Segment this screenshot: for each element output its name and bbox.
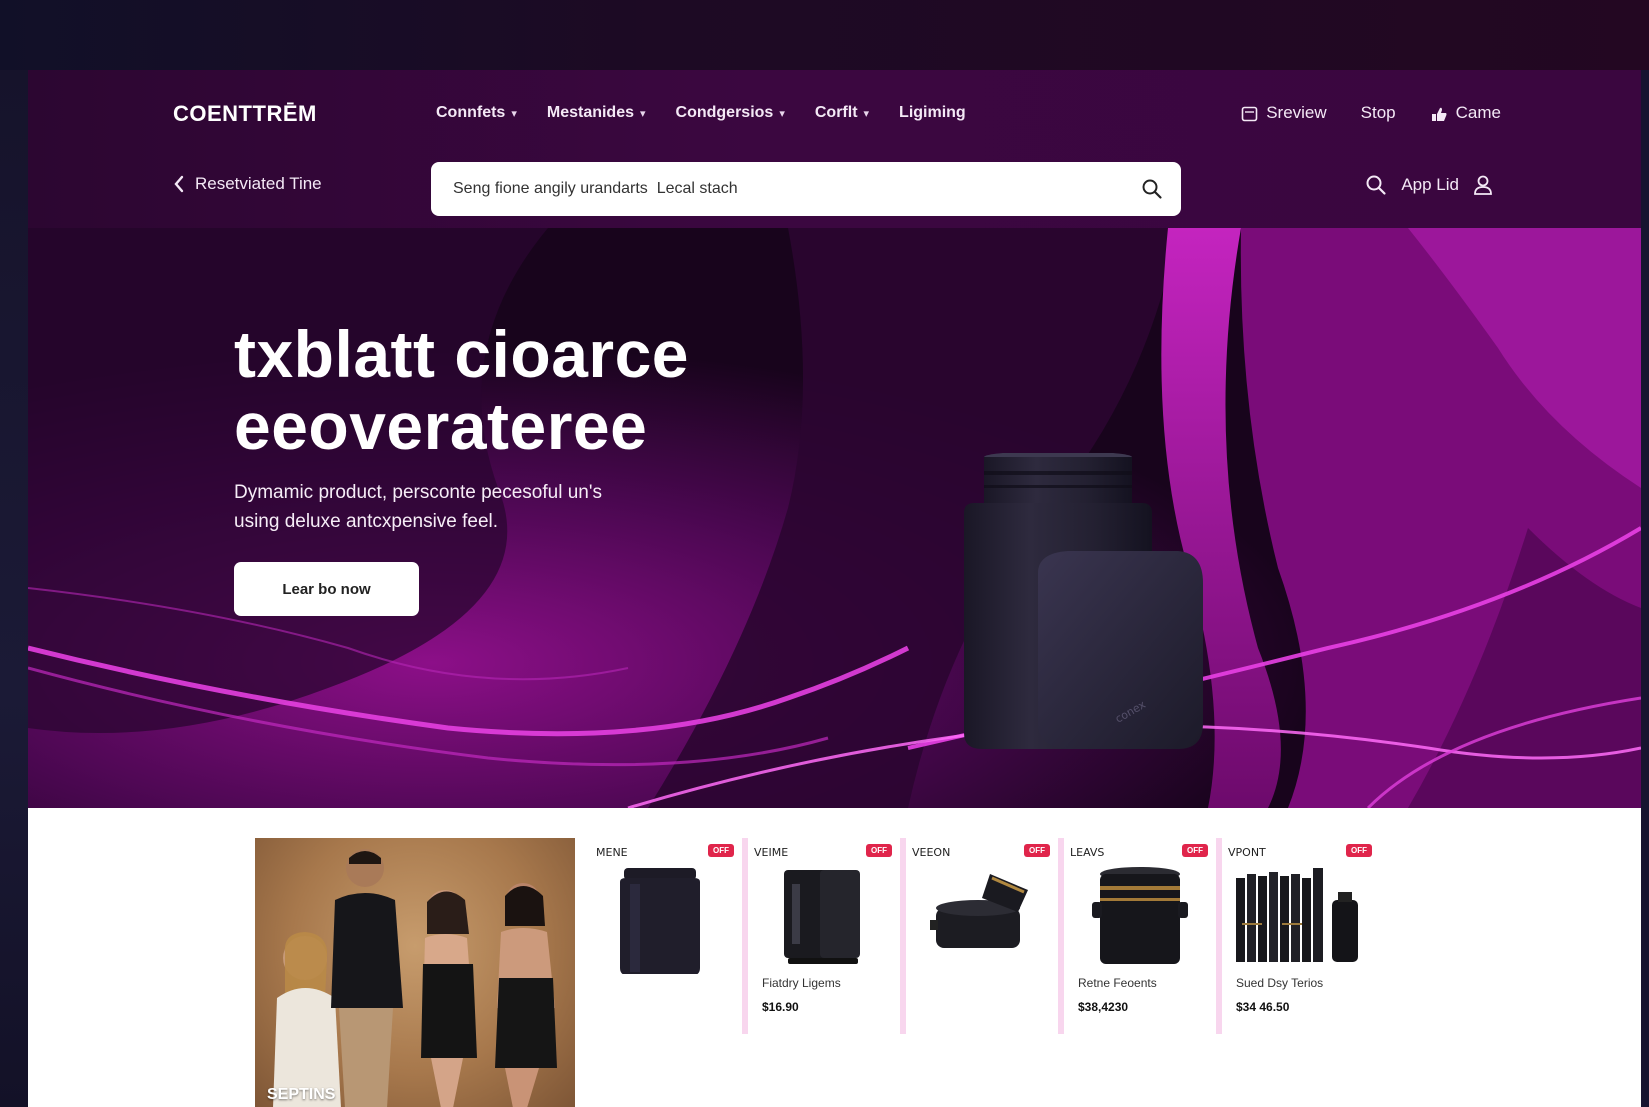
product-price: $38,4230: [1078, 1000, 1129, 1014]
calendar-icon: [1241, 106, 1258, 121]
product-brand: LEAVS: [1070, 846, 1105, 859]
product-image: [1092, 867, 1188, 964]
hero-title-line: eeoverateree: [234, 389, 648, 463]
hero-title-line: txblatt cioarce: [234, 317, 689, 391]
hero-subtitle: Dymamic product, persconte pecesoful un'…: [234, 478, 654, 536]
discount-badge: OFF: [866, 844, 892, 857]
discount-badge: OFF: [708, 844, 734, 857]
product-card[interactable]: VEIME OFF Fiatdry Ligems $16.90: [748, 838, 906, 1034]
discount-badge: OFF: [1346, 844, 1372, 857]
product-brand: VEIME: [754, 846, 789, 859]
nav-item-mestanides[interactable]: Mestanides ▾: [547, 104, 646, 122]
product-card[interactable]: MENE OFF: [590, 838, 748, 1034]
product-card-row: MENE OFF VEIME OFF Fiatdry Ligems $16.90…: [590, 838, 1380, 1034]
nav-item-corflt[interactable]: Corflt ▾: [815, 104, 869, 122]
user-icon: [1474, 175, 1492, 195]
window-backdrop-left: [0, 70, 28, 1107]
chevron-left-icon: [174, 175, 184, 193]
product-image: [1236, 868, 1358, 962]
hero-subtitle-line: using deluxe antcxpensive feel.: [234, 511, 499, 532]
nav-item-condgersios[interactable]: Condgersios ▾: [676, 104, 785, 122]
learn-now-button[interactable]: Lear bo now: [234, 562, 419, 616]
header-right-nav: Sreview Stop Came: [1207, 103, 1501, 123]
product-image: [784, 870, 860, 964]
search-icon: [1366, 175, 1386, 195]
search-input[interactable]: [453, 180, 1141, 198]
header-tools: App Lid: [1351, 174, 1493, 196]
search-icon[interactable]: [1141, 178, 1163, 200]
chevron-down-icon: ▾: [640, 107, 646, 120]
hand-icon: [1431, 107, 1447, 121]
product-brand: MENE: [596, 846, 628, 859]
models-image: [273, 849, 557, 1107]
nav-stop-link[interactable]: Stop: [1361, 103, 1396, 123]
search-bar[interactable]: [431, 162, 1181, 216]
main-nav: Connfets ▾ Mestanides ▾ Condgersios ▾ Corfl…: [436, 104, 996, 122]
product-image: [620, 868, 700, 974]
window-backdrop: [0, 0, 1649, 70]
product-image: [930, 874, 1028, 948]
chevron-down-icon: ▾: [863, 107, 870, 120]
product-price: $16.90: [762, 1000, 799, 1014]
promo-label: SEPTINS: [267, 1086, 336, 1103]
discount-badge: OFF: [1182, 844, 1208, 857]
hero-product-image: conex: [964, 453, 1203, 749]
product-card[interactable]: VPONT OFF Sued Dsy Terios $34 46.50: [1222, 838, 1380, 1034]
app-lid-link[interactable]: App Lid: [1401, 175, 1459, 195]
nav-item-connfets[interactable]: Connfets ▾: [436, 104, 517, 122]
product-card[interactable]: LEAVS OFF Retne Feoents $38,4230: [1064, 838, 1222, 1034]
hero-title: txblatt cioarce eeoverateree: [234, 318, 689, 462]
window-backdrop-right: [1641, 70, 1649, 1107]
product-brand: VPONT: [1228, 846, 1266, 859]
nav-sreview-link[interactable]: Sreview: [1241, 103, 1327, 123]
product-brand: VEEON: [912, 846, 951, 859]
discount-badge: OFF: [1024, 844, 1050, 857]
storefront-page: COENTTRĒM Connfets ▾ Mestanides ▾ Condgers…: [28, 70, 1641, 1107]
nav-item-ligiming[interactable]: Ligiming: [899, 104, 966, 122]
hero-banner: txblatt cioarce eeoverateree Dymamic pro…: [28, 228, 1641, 808]
product-name: Retne Feoents: [1078, 976, 1157, 990]
promo-banner[interactable]: SEPTINS: [255, 838, 575, 1107]
back-link[interactable]: Resetviated Tine: [173, 174, 322, 194]
hero-subtitle-line: Dymamic product, persconte pecesoful un'…: [234, 482, 602, 503]
nav-came-link[interactable]: Came: [1430, 103, 1501, 123]
chevron-down-icon: ▾: [511, 107, 517, 120]
featured-products-section: SEPTINS MENE OFF VEIME OFF Fiatdry Ligem…: [28, 808, 1641, 1107]
site-header: COENTTRĒM Connfets ▾ Mestanides ▾ Condgers…: [28, 70, 1641, 228]
product-name: Fiatdry Ligems: [762, 976, 841, 990]
chevron-down-icon: ▾: [779, 107, 785, 120]
product-card[interactable]: VEEON OFF: [906, 838, 1064, 1034]
header-search-button[interactable]: [1365, 174, 1387, 196]
account-button[interactable]: [1473, 174, 1493, 196]
site-logo[interactable]: COENTTRĒM: [173, 101, 317, 127]
product-name: Sued Dsy Terios: [1236, 976, 1324, 990]
product-price: $34 46.50: [1236, 1000, 1290, 1014]
